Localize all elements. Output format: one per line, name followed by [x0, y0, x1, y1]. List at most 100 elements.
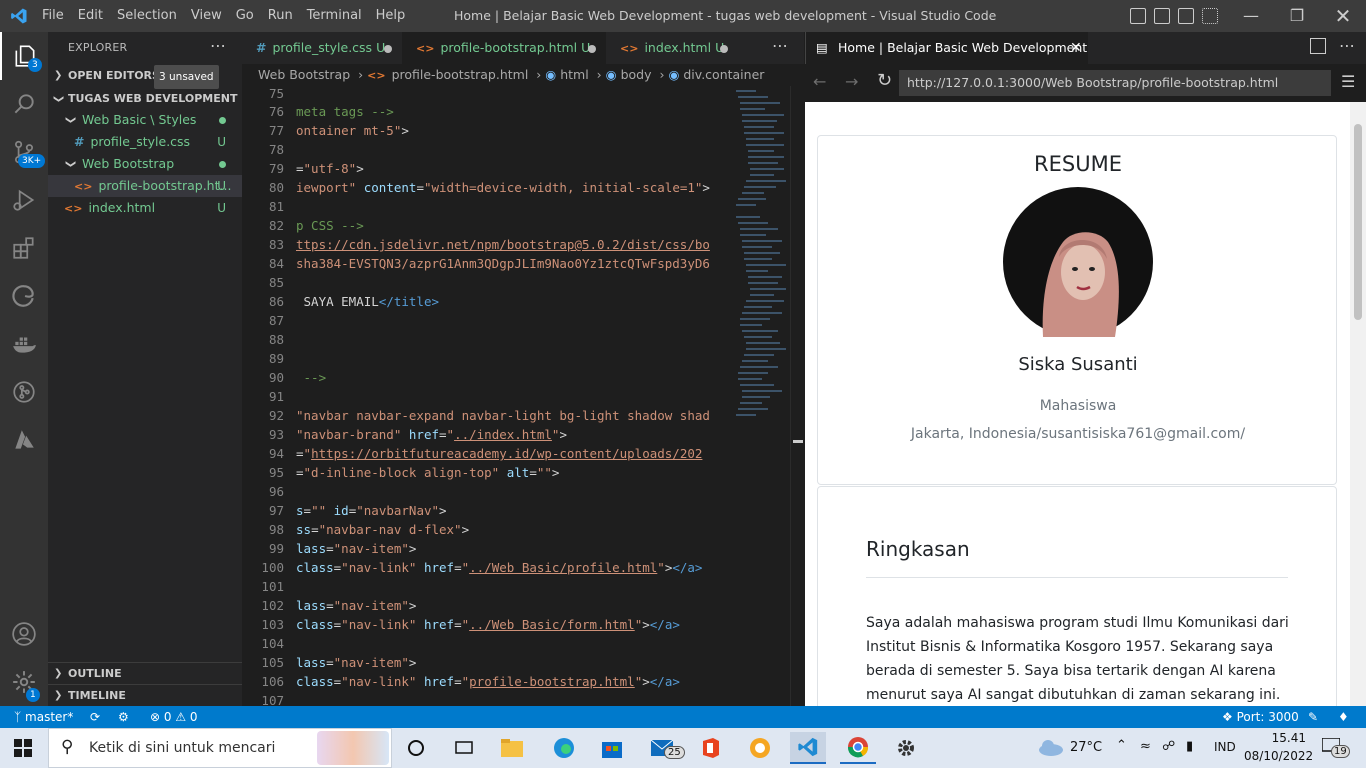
tab-preview[interactable]: ▤ Home | Belajar Basic Web Development ✕	[806, 32, 1088, 64]
close-tab-icon[interactable]: ✕	[1070, 32, 1082, 64]
mail-icon[interactable]: 25	[644, 732, 685, 764]
tab-profile-bootstrap[interactable]: <> profile-bootstrap.html U	[402, 32, 606, 64]
open-editors-section[interactable]: ❯ OPEN EDITORS 3 unsaved	[48, 65, 242, 89]
problems-status[interactable]: ⊗ 0 ⚠ 0	[150, 706, 198, 728]
breadcrumb-item[interactable]: html	[560, 67, 588, 82]
search-icon[interactable]	[0, 80, 48, 128]
taskbar-search[interactable]: ⚲ Ketik di sini untuk mencari	[48, 728, 392, 768]
azure-icon[interactable]	[0, 416, 48, 464]
close-window-button[interactable]: ✕	[1320, 0, 1366, 32]
menu-view[interactable]: View	[191, 0, 232, 32]
editor-scrollbar[interactable]	[790, 86, 804, 706]
tab-index[interactable]: <>index.html U	[606, 32, 738, 64]
menu-go[interactable]: Go	[236, 0, 264, 32]
manage-gear-icon[interactable]: 1	[0, 658, 48, 706]
git-graph-icon[interactable]	[0, 368, 48, 416]
tree-file-index[interactable]: <> index.html U	[48, 197, 242, 219]
live-server-status[interactable]: ❖ Port: 3000	[1222, 706, 1299, 728]
scrollbar-thumb[interactable]	[1354, 124, 1362, 320]
browser-nav-bar: ← → ↻ http://127.0.0.1:3000/Web Bootstra…	[805, 64, 1366, 102]
unsaved-dot-icon[interactable]	[588, 45, 596, 53]
clock-date[interactable]: 08/10/2022	[1244, 749, 1313, 763]
account-icon[interactable]	[0, 610, 48, 658]
code-editor[interactable]: 75 meta tags --> 76 ontainer mt-5"> 77 7…	[242, 86, 728, 706]
minimap[interactable]	[728, 86, 790, 706]
explorer-icon[interactable]: 3	[0, 32, 48, 80]
more-actions-icon[interactable]: ⋯	[210, 36, 226, 55]
breadcrumb-item[interactable]: body	[621, 67, 652, 82]
menu-selection[interactable]: Selection	[117, 0, 187, 32]
more-actions-icon[interactable]: ⋯	[1339, 36, 1355, 55]
line-number: 104	[261, 636, 284, 651]
microsoft-store-icon[interactable]	[594, 732, 630, 764]
chevron-up-icon[interactable]: ⌃	[1116, 738, 1127, 753]
chrome-icon[interactable]	[840, 732, 876, 764]
toggle-secondary-sidebar-icon[interactable]	[1178, 8, 1194, 24]
task-view-icon[interactable]	[446, 732, 482, 764]
clock-time[interactable]: 15.41	[1250, 731, 1306, 745]
scm-badge: 3K+	[18, 154, 46, 168]
windows-start-icon[interactable]	[14, 739, 32, 757]
line-number: 98	[268, 522, 284, 537]
language-indicator[interactable]: IND	[1214, 740, 1236, 754]
line-number: 106	[261, 674, 284, 689]
refresh-icon[interactable]: ↻	[877, 70, 892, 91]
docker-icon[interactable]	[0, 320, 48, 368]
tree-file-profile-bootstrap[interactable]: <> profile-bootstrap.ht... U	[48, 175, 242, 197]
toggle-panel-icon[interactable]	[1154, 8, 1170, 24]
menu-run[interactable]: Run	[268, 0, 303, 32]
restore-button[interactable]: ❐	[1274, 0, 1320, 32]
tree-folder-web-basic[interactable]: ❯ Web Basic \ Styles	[48, 109, 242, 131]
forward-arrow-icon[interactable]: →	[845, 72, 858, 91]
timeline-section[interactable]: ❯ TIMELINE	[48, 684, 242, 706]
tree-file-profile-style[interactable]: # profile_style.css U	[48, 131, 242, 153]
element-icon: ◉	[668, 67, 680, 82]
project-section[interactable]: ❯ TUGAS WEB DEVELOPMENT	[48, 88, 242, 110]
office-icon[interactable]	[692, 732, 728, 764]
url-input[interactable]: http://127.0.0.1:3000/Web Bootstrap/prof…	[899, 70, 1331, 96]
settings-gear-icon[interactable]	[888, 732, 924, 764]
notification-center-icon[interactable]: 19	[1321, 737, 1350, 758]
minimize-button[interactable]: —	[1228, 0, 1274, 32]
outline-section[interactable]: ❯ OUTLINE	[48, 662, 242, 684]
menu-file[interactable]: File	[42, 0, 74, 32]
breadcrumb-item[interactable]: profile-bootstrap.html	[392, 67, 529, 82]
toggle-sidebar-icon[interactable]	[1130, 8, 1146, 24]
remote-icon[interactable]: ⚙	[118, 706, 129, 728]
network-icon[interactable]: ☍	[1162, 739, 1175, 754]
unsaved-dot-icon[interactable]	[720, 45, 728, 53]
vscode-taskbar-icon[interactable]	[790, 732, 826, 764]
menu-hamburger-icon[interactable]: ☰	[1341, 72, 1355, 91]
notifications-bell-icon[interactable]: ♦	[1338, 706, 1349, 728]
menu-terminal[interactable]: Terminal	[307, 0, 372, 32]
battery-icon[interactable]: ▮	[1186, 739, 1193, 754]
edge-devtools-icon[interactable]	[0, 272, 48, 320]
tree-folder-web-bootstrap[interactable]: ❯ Web Bootstrap	[48, 153, 242, 175]
feedback-icon[interactable]: ✎	[1308, 706, 1318, 728]
breadcrumb-item[interactable]: Web Bootstrap	[258, 67, 350, 82]
vpn-app-icon[interactable]	[742, 732, 778, 764]
cloud-weather-icon[interactable]	[1038, 738, 1064, 756]
menu-help[interactable]: Help	[376, 0, 416, 32]
tab-profile-style[interactable]: # profile_style.css U	[242, 32, 402, 64]
more-tabs-icon[interactable]: ⋯	[772, 36, 788, 55]
branch-status[interactable]: ᛉ master*	[14, 706, 73, 728]
file-explorer-icon[interactable]	[494, 732, 530, 764]
outline-label: OUTLINE	[68, 667, 122, 680]
run-debug-icon[interactable]	[0, 176, 48, 224]
line-number: 81	[268, 199, 284, 214]
back-arrow-icon[interactable]: ←	[813, 72, 826, 91]
unsaved-dot-icon[interactable]	[384, 45, 392, 53]
preview-scrollbar[interactable]	[1350, 102, 1366, 706]
edge-browser-icon[interactable]	[546, 732, 582, 764]
customize-layout-icon[interactable]	[1202, 8, 1218, 24]
cortana-icon[interactable]	[398, 732, 434, 764]
wifi-icon[interactable]: ≈	[1140, 739, 1151, 754]
weather-temp[interactable]: 27°C	[1070, 740, 1102, 755]
sync-icon[interactable]: ⟳	[90, 706, 100, 728]
source-control-icon[interactable]: 3K+	[0, 128, 48, 176]
menu-edit[interactable]: Edit	[78, 0, 113, 32]
extensions-icon[interactable]	[0, 224, 48, 272]
split-editor-icon[interactable]	[1310, 38, 1326, 54]
breadcrumb-item[interactable]: div.container	[683, 67, 764, 82]
